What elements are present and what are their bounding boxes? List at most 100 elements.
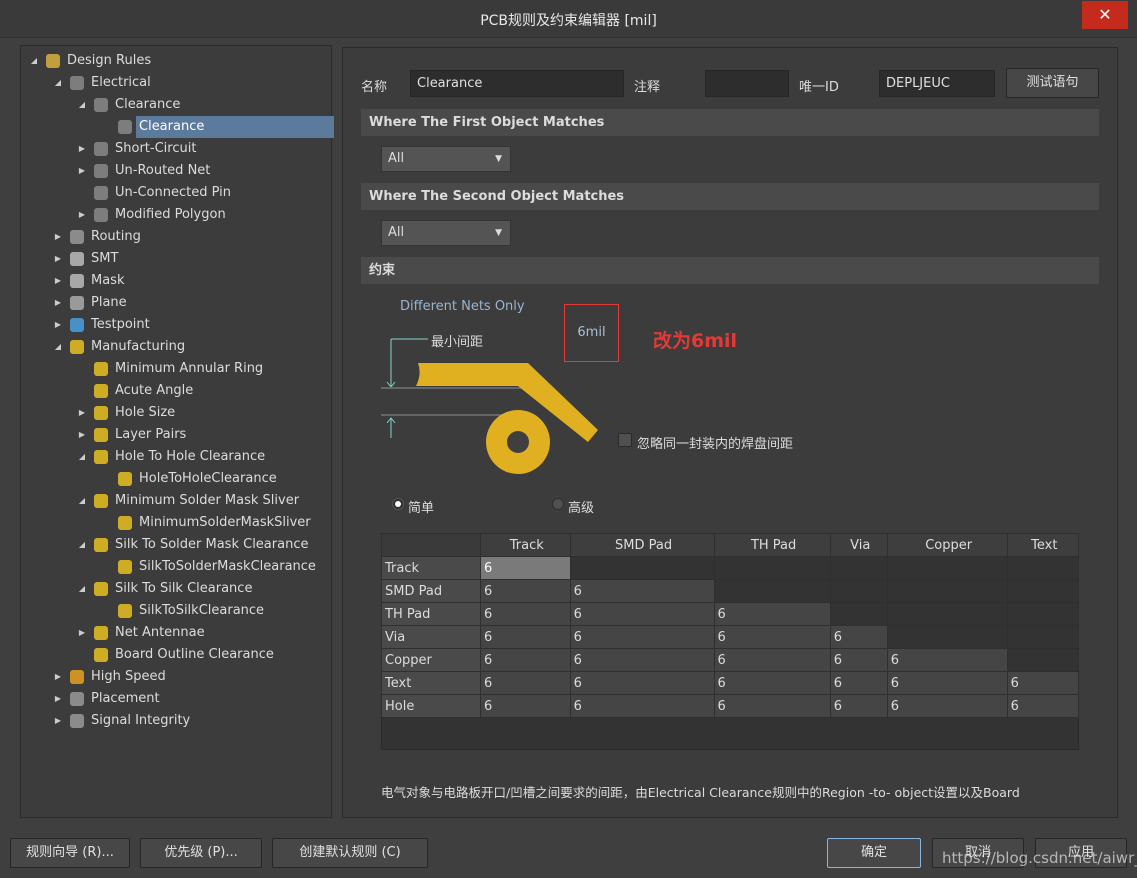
expand-arrow-icon[interactable]: ▶: [53, 270, 63, 292]
tree-item[interactable]: ▶ Testpoint: [21, 314, 331, 336]
priority-button[interactable]: 优先级 (P)...: [140, 838, 262, 868]
uid-input[interactable]: [879, 70, 995, 97]
matrix-cell[interactable]: 6: [886, 648, 1008, 672]
matrix-cell: [829, 602, 888, 626]
tree-item[interactable]: ◢ Hole To Hole Clearance: [21, 446, 331, 468]
tree-item[interactable]: ◢ Manufacturing: [21, 336, 331, 358]
tree-item[interactable]: ▶ SMT: [21, 248, 331, 270]
matrix-cell[interactable]: 6: [480, 556, 571, 580]
comment-input[interactable]: [705, 70, 789, 97]
collapse-arrow-icon[interactable]: ◢: [53, 336, 63, 358]
matrix-cell[interactable]: 6: [480, 694, 571, 718]
expand-arrow-icon[interactable]: ▶: [53, 292, 63, 314]
expand-arrow-icon[interactable]: ▶: [77, 160, 87, 182]
matrix-cell[interactable]: 6: [480, 602, 571, 626]
expand-arrow-icon[interactable]: ▶: [53, 688, 63, 710]
net-scope-link[interactable]: Different Nets Only: [400, 299, 525, 314]
expand-arrow-icon[interactable]: ▶: [77, 424, 87, 446]
collapse-arrow-icon[interactable]: ◢: [53, 72, 63, 94]
tree-item[interactable]: Board Outline Clearance: [21, 644, 331, 666]
tree-item[interactable]: ◢ Silk To Solder Mask Clearance: [21, 534, 331, 556]
create-default-rules-button[interactable]: 创建默认规则 (C): [272, 838, 428, 868]
matrix-cell[interactable]: 6: [1006, 671, 1080, 695]
collapse-arrow-icon[interactable]: ◢: [77, 94, 87, 116]
expand-arrow-icon[interactable]: ▶: [77, 622, 87, 644]
tree-item[interactable]: Acute Angle: [21, 380, 331, 402]
tree-item[interactable]: Minimum Annular Ring: [21, 358, 331, 380]
rule-wizard-button[interactable]: 规则向导 (R)...: [10, 838, 130, 868]
first-match-select[interactable]: All ▼: [381, 146, 511, 172]
tree-item[interactable]: ▶ Placement: [21, 688, 331, 710]
ignore-pad-checkbox[interactable]: [618, 433, 632, 447]
tree-item[interactable]: SilkToSilkClearance: [21, 600, 331, 622]
matrix-cell[interactable]: 6: [569, 648, 715, 672]
matrix-cell[interactable]: 6: [569, 694, 715, 718]
matrix-cell[interactable]: 6: [713, 694, 831, 718]
ok-button[interactable]: 确定: [827, 838, 921, 868]
matrix-cell[interactable]: 6: [829, 625, 888, 649]
tree-item[interactable]: ▶ Mask: [21, 270, 331, 292]
tree-item[interactable]: ▶ Plane: [21, 292, 331, 314]
tree-item[interactable]: MinimumSolderMaskSliver: [21, 512, 331, 534]
close-icon[interactable]: ✕: [1082, 1, 1128, 29]
tree-item[interactable]: ◢ Design Rules: [21, 50, 331, 72]
tree-item-label: Design Rules: [67, 53, 152, 68]
matrix-cell[interactable]: 6: [480, 625, 571, 649]
matrix-cell[interactable]: 6: [569, 625, 715, 649]
matrix-cell[interactable]: 6: [829, 648, 888, 672]
expand-arrow-icon[interactable]: ▶: [53, 314, 63, 336]
matrix-cell[interactable]: 6: [829, 694, 888, 718]
mode-simple-radio[interactable]: [392, 498, 404, 510]
second-match-select[interactable]: All ▼: [381, 220, 511, 246]
tree-item[interactable]: ▶ Layer Pairs: [21, 424, 331, 446]
matrix-cell[interactable]: 6: [480, 671, 571, 695]
tree-item[interactable]: ▶ Modified Polygon: [21, 204, 331, 226]
collapse-arrow-icon[interactable]: ◢: [77, 490, 87, 512]
tree-item[interactable]: Clearance: [21, 116, 334, 138]
name-input[interactable]: [410, 70, 624, 97]
tree-item[interactable]: ▶ Un-Routed Net: [21, 160, 331, 182]
tree-item[interactable]: Un-Connected Pin: [21, 182, 331, 204]
collapse-arrow-icon[interactable]: ◢: [77, 578, 87, 600]
matrix-cell[interactable]: 6: [886, 694, 1008, 718]
tree-item[interactable]: ▶ Hole Size: [21, 402, 331, 424]
tree-item[interactable]: ◢ Clearance: [21, 94, 331, 116]
expand-arrow-icon[interactable]: ▶: [53, 710, 63, 732]
tree-item[interactable]: ◢ Silk To Silk Clearance: [21, 578, 331, 600]
matrix-cell[interactable]: 6: [480, 579, 571, 603]
tree-item[interactable]: SilkToSolderMaskClearance: [21, 556, 331, 578]
tree-item-label: SMT: [91, 251, 119, 266]
mode-advanced-radio[interactable]: [552, 498, 564, 510]
tree-item[interactable]: ▶ Net Antennae: [21, 622, 331, 644]
tree-item[interactable]: ▶ Short-Circuit: [21, 138, 331, 160]
matrix-cell[interactable]: 6: [886, 671, 1008, 695]
tree-item[interactable]: ▶ High Speed: [21, 666, 331, 688]
collapse-arrow-icon[interactable]: ◢: [29, 50, 39, 72]
matrix-cell[interactable]: 6: [829, 671, 888, 695]
matrix-cell[interactable]: 6: [713, 625, 831, 649]
matrix-cell[interactable]: 6: [480, 648, 571, 672]
expand-arrow-icon[interactable]: ▶: [53, 666, 63, 688]
expand-arrow-icon[interactable]: ▶: [53, 226, 63, 248]
tree-item[interactable]: HoleToHoleClearance: [21, 468, 331, 490]
matrix-cell[interactable]: 6: [713, 648, 831, 672]
matrix-cell[interactable]: 6: [569, 671, 715, 695]
expand-arrow-icon[interactable]: ▶: [77, 204, 87, 226]
expand-arrow-icon[interactable]: ▶: [77, 402, 87, 424]
expand-arrow-icon[interactable]: ▶: [77, 138, 87, 160]
matrix-cell[interactable]: 6: [713, 602, 831, 626]
tree-item[interactable]: ▶ Routing: [21, 226, 331, 248]
matrix-cell[interactable]: 6: [713, 671, 831, 695]
matrix-cell[interactable]: 6: [569, 579, 715, 603]
matrix-cell[interactable]: 6: [569, 602, 715, 626]
tree-item[interactable]: ▶ Signal Integrity: [21, 710, 331, 732]
test-query-button[interactable]: 测试语句: [1006, 68, 1099, 98]
collapse-arrow-icon[interactable]: ◢: [77, 534, 87, 556]
tree-item-label: Signal Integrity: [91, 713, 191, 728]
collapse-arrow-icon[interactable]: ◢: [77, 446, 87, 468]
matrix-cell: [886, 602, 1008, 626]
tree-item[interactable]: ◢ Electrical: [21, 72, 331, 94]
matrix-cell[interactable]: 6: [1006, 694, 1080, 718]
expand-arrow-icon[interactable]: ▶: [53, 248, 63, 270]
tree-item[interactable]: ◢ Minimum Solder Mask Sliver: [21, 490, 331, 512]
